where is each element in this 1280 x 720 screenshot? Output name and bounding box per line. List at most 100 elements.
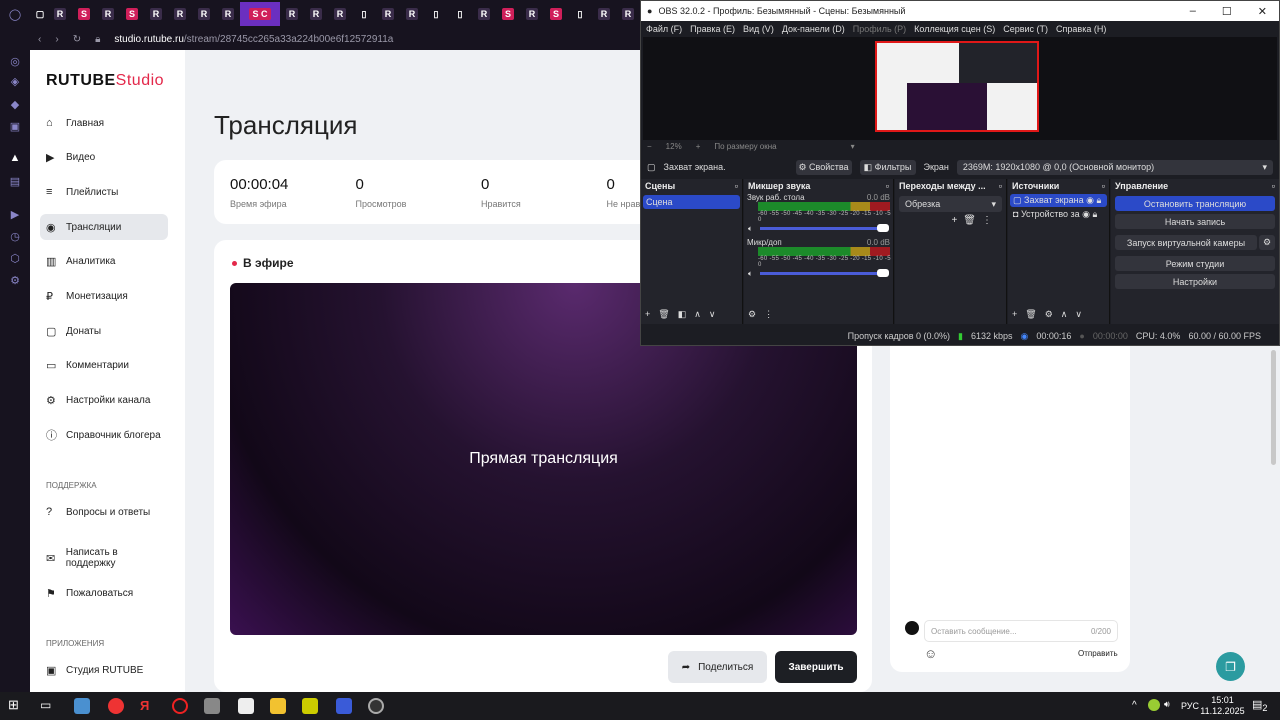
task-view-icon[interactable]: ▭: [40, 698, 56, 714]
fit-select[interactable]: По размеру окна: [714, 142, 776, 151]
browser-tab[interactable]: R: [216, 2, 240, 26]
virtual-camera-button[interactable]: Запуск виртуальной камеры: [1115, 235, 1257, 250]
browser-tab[interactable]: S: [496, 2, 520, 26]
menu-item[interactable]: Коллекция сцен (S): [914, 24, 995, 34]
settings-button[interactable]: Настройки: [1115, 274, 1275, 289]
studio-mode-button[interactable]: Режим студии: [1115, 256, 1275, 271]
transition-select[interactable]: Обрезка ▾: [899, 196, 1002, 212]
volume-icon[interactable]: 🔊︎: [1164, 699, 1170, 710]
sidebar-app-icon[interactable]: ▲: [8, 152, 22, 166]
trash-icon[interactable]: 🗑︎: [658, 309, 669, 320]
undock-icon[interactable]: ▫: [735, 181, 738, 191]
browser-tab[interactable]: R: [168, 2, 192, 26]
close-icon[interactable]: ✕: [1258, 5, 1267, 18]
menu-item[interactable]: Правка (E): [690, 24, 735, 34]
source-item[interactable]: ▢ Захват экрана ◉ 🔒︎: [1010, 194, 1107, 207]
maximize-icon[interactable]: ☐: [1222, 5, 1232, 18]
gear-icon[interactable]: ⚙: [1045, 309, 1053, 320]
sidebar-item[interactable]: ⌂ Главная: [40, 110, 168, 136]
speaker-icon[interactable]: 🔈︎: [748, 269, 753, 279]
sidebar-item[interactable]: ◉ Трансляции: [40, 214, 168, 241]
capcut-icon[interactable]: [238, 698, 254, 714]
url[interactable]: studio.rutube.ru/stream/28745cc265a33a22…: [114, 34, 393, 45]
preview-source-thumbnail[interactable]: [875, 41, 1039, 132]
undock-icon[interactable]: ▫: [999, 181, 1002, 191]
tab-document-icon[interactable]: ▯: [448, 2, 472, 26]
browser-tab[interactable]: R: [520, 2, 544, 26]
reload-icon[interactable]: ↻: [73, 34, 81, 45]
undock-icon[interactable]: ▫: [886, 181, 889, 191]
sidebar-item[interactable]: ▣ Студия RUTUBE: [40, 657, 168, 683]
browser-tab[interactable]: R: [592, 2, 616, 26]
player-icon[interactable]: ▶: [8, 208, 22, 222]
yandex-icon[interactable]: Я: [140, 698, 156, 714]
minimize-icon[interactable]: –: [1190, 5, 1196, 18]
browser-tab[interactable]: S: [72, 2, 96, 26]
sidebar-item[interactable]: ⚑ Пожаловаться: [40, 580, 168, 606]
undock-icon[interactable]: ▫: [1272, 181, 1275, 191]
support-chat-icon[interactable]: ❐: [1216, 652, 1245, 681]
zoom-in-icon[interactable]: +: [696, 142, 701, 151]
clock[interactable]: 15:01 11.12.2025: [1200, 695, 1245, 717]
advanced-audio-icon[interactable]: ⚙: [748, 309, 756, 320]
scene-item[interactable]: Сцена: [643, 195, 740, 209]
down-icon[interactable]: ∨: [709, 309, 716, 320]
browser-tab[interactable]: R: [280, 2, 304, 26]
start-icon[interactable]: ⊞: [8, 697, 24, 713]
browser-tab[interactable]: R: [144, 2, 168, 26]
sidebar-item[interactable]: ▢ Донаты: [40, 318, 168, 344]
more-icon[interactable]: ⋮: [764, 309, 773, 320]
add-icon[interactable]: +: [645, 309, 650, 320]
volume-slider[interactable]: [760, 269, 889, 277]
browser-tab[interactable]: R: [48, 2, 72, 26]
tab-document-icon[interactable]: ▯: [568, 2, 592, 26]
sidebar-item[interactable]: ✉ Написать в поддержку: [40, 540, 168, 576]
share-button[interactable]: ➦ Поделиться: [668, 651, 767, 683]
app-icon[interactable]: [204, 698, 220, 714]
app-icon[interactable]: [74, 698, 90, 714]
properties-button[interactable]: ⚙ Свойства: [795, 159, 852, 175]
browser-tab[interactable]: R: [96, 2, 120, 26]
up-icon[interactable]: ∧: [694, 309, 701, 320]
start-recording-button[interactable]: Начать запись: [1115, 214, 1275, 229]
stop-streaming-button[interactable]: Остановить трансляцию: [1115, 196, 1275, 211]
sidebar-item[interactable]: ? Вопросы и ответы: [40, 499, 168, 525]
browser-tab[interactable]: R: [376, 2, 400, 26]
sidebar-item[interactable]: ⚙ Настройки канала: [40, 388, 168, 414]
chat-input[interactable]: Оставить сообщение... 0/200: [924, 620, 1118, 642]
send-button[interactable]: Отправить: [1078, 649, 1118, 658]
tab-document-icon[interactable]: ▯: [352, 2, 376, 26]
sidebar-item[interactable]: ▶ Видео: [40, 145, 168, 171]
back-icon[interactable]: ‹: [38, 34, 41, 45]
add-icon[interactable]: +: [1012, 309, 1017, 320]
zoom-out-icon[interactable]: −: [647, 142, 652, 151]
menu-item[interactable]: Файл (F): [646, 24, 682, 34]
filters-button[interactable]: ◧ Фильтры: [859, 159, 916, 175]
sidebar-item[interactable]: ≡ Плейлисты: [40, 179, 168, 205]
speaker-icon[interactable]: 🔈︎: [748, 224, 753, 234]
menu-item[interactable]: Док-панели (D): [782, 24, 845, 34]
yandex-browser-icon[interactable]: [108, 698, 124, 714]
scrollbar[interactable]: [1271, 350, 1276, 465]
source-item[interactable]: ◘ Устройство за ◉ 🔒︎: [1010, 208, 1107, 221]
sidebar-item[interactable]: ⓘ Справочник блогера: [40, 422, 168, 448]
finish-button[interactable]: Завершить: [775, 651, 857, 683]
explorer-icon[interactable]: [270, 698, 286, 714]
menu-item[interactable]: Профиль (P): [853, 24, 906, 34]
tray-chevron-icon[interactable]: ^: [1132, 700, 1137, 711]
undock-icon[interactable]: ▫: [1102, 181, 1105, 191]
sidebar-item[interactable]: ▥ Аналитика: [40, 249, 168, 275]
tab-document-icon[interactable]: ▯: [424, 2, 448, 26]
menu-item[interactable]: Сервис (T): [1003, 24, 1048, 34]
obs-icon[interactable]: [368, 698, 384, 714]
settings-icon[interactable]: ⚙: [8, 274, 22, 288]
browser-tab[interactable]: R: [616, 2, 640, 26]
browser-tab[interactable]: S C: [240, 2, 280, 26]
rutube-logo[interactable]: RUTUBEStudio: [46, 72, 164, 90]
sidebar-app-icon[interactable]: ◈: [8, 75, 22, 89]
gear-icon[interactable]: ⚙: [1259, 235, 1275, 250]
history-icon[interactable]: ◷: [8, 230, 22, 244]
notifications-icon[interactable]: ▤2: [1252, 698, 1268, 713]
up-icon[interactable]: ∧: [1061, 309, 1068, 320]
volume-slider[interactable]: [760, 224, 889, 232]
